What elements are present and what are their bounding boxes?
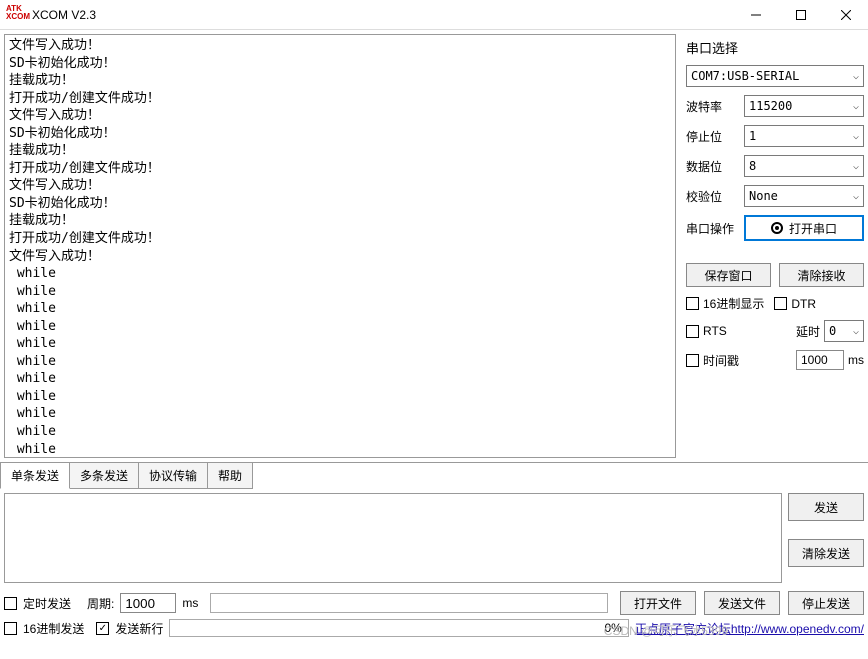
stop-label: 停止位 bbox=[686, 128, 736, 145]
tab-single-send[interactable]: 单条发送 bbox=[0, 463, 70, 489]
chevron-down-icon: ⌵ bbox=[853, 191, 859, 202]
stop-select[interactable]: 1⌵ bbox=[744, 125, 864, 147]
serial-output[interactable]: 文件写入成功！ SD卡初始化成功！ 挂载成功！ 打开成功/创建文件成功！ 文件写… bbox=[5, 35, 675, 457]
tab-multi-send[interactable]: 多条发送 bbox=[69, 463, 139, 489]
port-select-label: 串口选择 bbox=[686, 38, 864, 57]
minimize-button[interactable] bbox=[733, 0, 778, 30]
op-label: 串口操作 bbox=[686, 220, 736, 237]
delay-select[interactable]: 0⌵ bbox=[824, 320, 864, 342]
clear-recv-button[interactable]: 清除接收 bbox=[779, 263, 864, 287]
close-button[interactable] bbox=[823, 0, 868, 30]
save-window-button[interactable]: 保存窗口 bbox=[686, 263, 771, 287]
timed-send-checkbox[interactable] bbox=[4, 597, 17, 610]
parity-select[interactable]: None⌵ bbox=[744, 185, 864, 207]
data-select[interactable]: 8⌵ bbox=[744, 155, 864, 177]
progress-bar: 0% bbox=[169, 619, 628, 637]
baud-label: 波特率 bbox=[686, 98, 736, 115]
hex-send-checkbox[interactable] bbox=[4, 622, 17, 635]
data-label: 数据位 bbox=[686, 158, 736, 175]
file-path-field[interactable] bbox=[210, 593, 608, 613]
newline-checkbox[interactable] bbox=[96, 622, 109, 635]
baud-select[interactable]: 115200⌵ bbox=[744, 95, 864, 117]
send-button[interactable]: 发送 bbox=[788, 493, 864, 521]
timestamp-checkbox[interactable] bbox=[686, 354, 699, 367]
chevron-down-icon: ⌵ bbox=[853, 101, 859, 112]
watermark-text: CSDN @可乐飞冰5399 bbox=[604, 622, 728, 639]
period-input[interactable] bbox=[120, 593, 176, 613]
hex-display-checkbox[interactable] bbox=[686, 297, 699, 310]
parity-label: 校验位 bbox=[686, 188, 736, 205]
tab-help[interactable]: 帮助 bbox=[207, 463, 253, 489]
chevron-down-icon: ⌵ bbox=[853, 131, 859, 142]
tab-protocol[interactable]: 协议传输 bbox=[138, 463, 208, 489]
stop-send-button[interactable]: 停止发送 bbox=[788, 591, 864, 615]
send-textarea[interactable] bbox=[4, 493, 782, 583]
send-file-button[interactable]: 发送文件 bbox=[704, 591, 780, 615]
port-select[interactable]: COM7:USB-SERIAL⌵ bbox=[686, 65, 864, 87]
chevron-down-icon: ⌵ bbox=[853, 161, 859, 172]
maximize-button[interactable] bbox=[778, 0, 823, 30]
dtr-checkbox[interactable] bbox=[774, 297, 787, 310]
chevron-down-icon: ⌵ bbox=[853, 71, 859, 82]
rts-checkbox[interactable] bbox=[686, 325, 699, 338]
app-logo: ATKXCOM bbox=[6, 5, 26, 25]
open-file-button[interactable]: 打开文件 bbox=[620, 591, 696, 615]
timestamp-input[interactable] bbox=[796, 350, 844, 370]
open-port-button[interactable]: 打开串口 bbox=[744, 215, 864, 241]
port-status-icon bbox=[771, 222, 783, 234]
clear-send-button[interactable]: 清除发送 bbox=[788, 539, 864, 567]
window-title: XCOM V2.3 bbox=[32, 8, 96, 22]
